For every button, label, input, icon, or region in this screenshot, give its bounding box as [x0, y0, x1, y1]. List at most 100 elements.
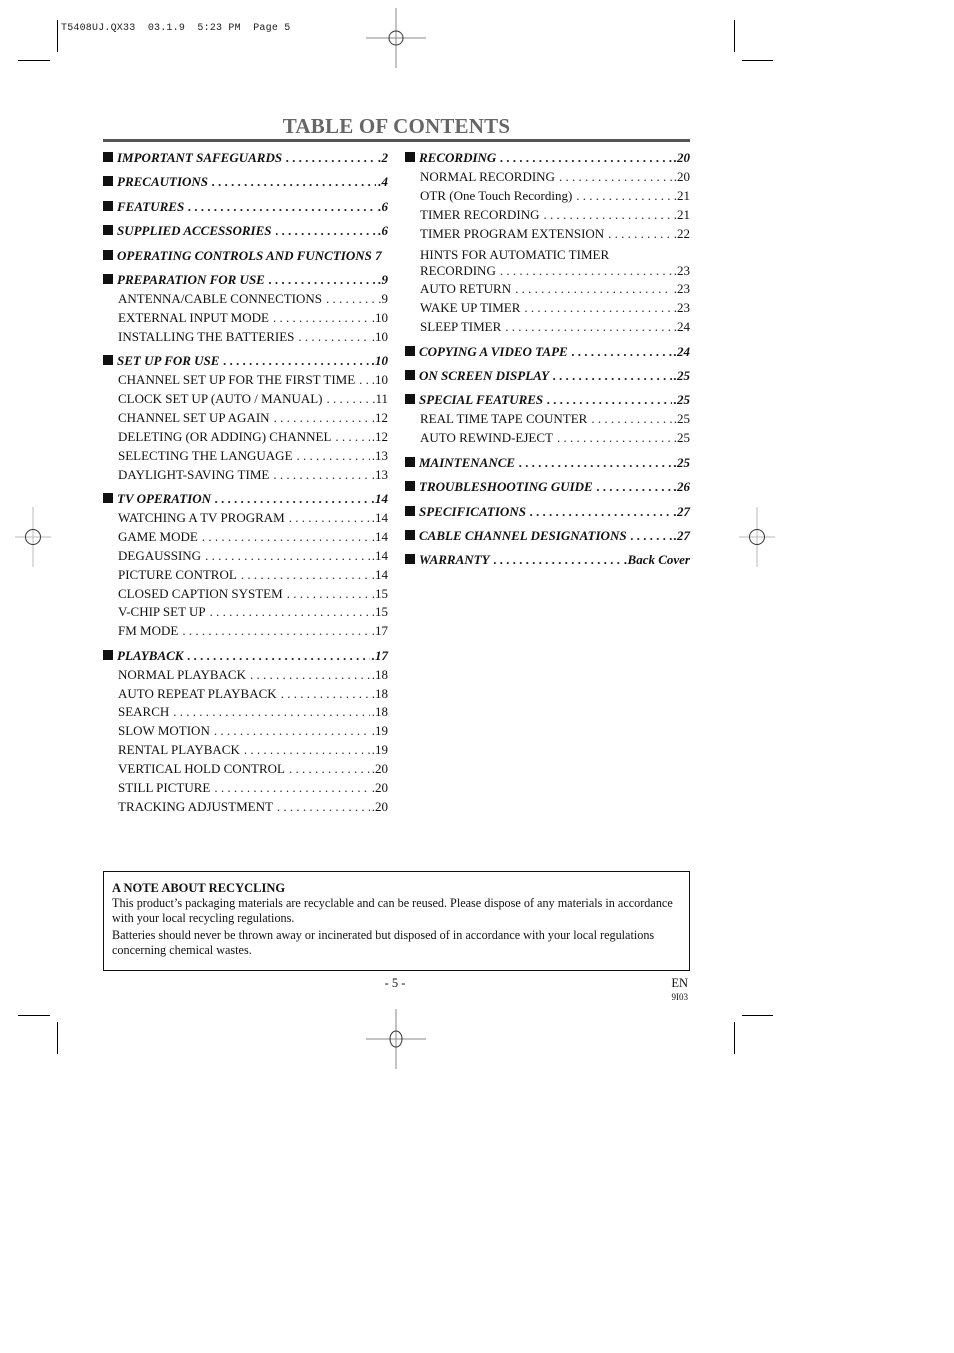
dot-leader [335, 428, 369, 447]
crop-mark-bottom-right-vertical [734, 1022, 735, 1054]
toc-section-special-features[interactable]: SPECIAL FEATURES .25 [405, 391, 690, 410]
toc-subentry-timer-recording[interactable]: TIMER RECORDING .21 [405, 206, 690, 225]
toc-entry-label: FM MODE [118, 623, 179, 639]
toc-section-set-up-for-use[interactable]: SET UP FOR USE .10 [103, 352, 388, 371]
toc-section-operating-controls-and-functions-7[interactable]: OPERATING CONTROLS AND FUNCTIONS 7 [103, 247, 388, 266]
toc-subentry-vertical-hold-control[interactable]: VERTICAL HOLD CONTROL .20 [103, 760, 388, 779]
toc-subentry-real-time-tape-counter[interactable]: REAL TIME TAPE COUNTER .25 [405, 410, 690, 429]
toc-section-warranty[interactable]: WARRANTY .Back Cover [405, 551, 690, 570]
dot-leader [276, 222, 377, 241]
dot-leader [515, 280, 672, 299]
language-code: EN [671, 976, 688, 990]
toc-subentry-timer-program-extension[interactable]: TIMER PROGRAM EXTENSION .22 [405, 225, 690, 244]
toc-subentry-degaussing[interactable]: DEGAUSSING .14 [103, 547, 388, 566]
toc-section-troubleshooting-guide[interactable]: TROUBLESHOOTING GUIDE .26 [405, 478, 690, 497]
toc-subentry-antenna-cable-connections[interactable]: ANTENNA/CABLE CONNECTIONS .9 [103, 290, 388, 309]
toc-subentry-hints-for-automatic-timer-recording[interactable]: RECORDING .23 [405, 262, 690, 281]
toc-entry-label: CABLE CHANNEL DESIGNATIONS [419, 527, 627, 543]
toc-section-specifications[interactable]: SPECIFICATIONS .27 [405, 503, 690, 522]
toc-subentry-slow-motion[interactable]: SLOW MOTION .19 [103, 722, 388, 741]
toc-entry-label: CLOCK SET UP (AUTO / MANUAL) [118, 390, 323, 406]
toc-subentry-daylight-saving-time[interactable]: DAYLIGHT-SAVING TIME .13 [103, 466, 388, 485]
dot-leader [274, 409, 370, 428]
square-bullet-icon [103, 152, 113, 162]
toc-subentry-sleep-timer[interactable]: SLEEP TIMER .24 [405, 318, 690, 337]
toc-entry-page: .21 [673, 206, 690, 222]
toc-entry-label: DELETING (OR ADDING) CHANNEL [118, 428, 332, 444]
toc-entry-label: SLOW MOTION [118, 723, 210, 739]
toc-subentry-wake-up-timer[interactable]: WAKE UP TIMER .23 [405, 299, 690, 318]
dot-leader [327, 390, 371, 409]
toc-subentry-channel-set-up-again[interactable]: CHANNEL SET UP AGAIN .12 [103, 409, 388, 428]
toc-subentry-picture-control[interactable]: PICTURE CONTROL .14 [103, 566, 388, 585]
dot-leader [553, 367, 672, 386]
toc-subentry-auto-repeat-playback[interactable]: AUTO REPEAT PLAYBACK .18 [103, 685, 388, 704]
toc-section-recording[interactable]: RECORDING .20 [405, 149, 690, 168]
toc-entry-label: SUPPLIED ACCESSORIES [117, 223, 272, 239]
registration-mark-top-icon [366, 8, 426, 68]
square-bullet-icon [103, 493, 113, 503]
toc-subentry-tracking-adjustment[interactable]: TRACKING ADJUSTMENT .20 [103, 798, 388, 817]
toc-section-playback[interactable]: PLAYBACK .17 [103, 647, 388, 666]
toc-subentry-clock-set-up-auto-manual[interactable]: CLOCK SET UP (AUTO / MANUAL) .11 [103, 390, 388, 409]
toc-subentry-channel-set-up-for-the-first-time[interactable]: CHANNEL SET UP FOR THE FIRST TIME .10 [103, 371, 388, 390]
toc-section-copying-a-video-tape[interactable]: COPYING A VIDEO TAPE .24 [405, 343, 690, 362]
toc-entry-label: AUTO REWIND-EJECT [420, 430, 553, 446]
toc-entry-label: CLOSED CAPTION SYSTEM [118, 585, 283, 601]
toc-section-supplied-accessories[interactable]: SUPPLIED ACCESSORIES .6 [103, 222, 388, 241]
toc-subentry-otr-one-touch-recording[interactable]: OTR (One Touch Recording) .21 [405, 187, 690, 206]
toc-subentry-normal-recording[interactable]: NORMAL RECORDING .20 [405, 168, 690, 187]
toc-subentry-deleting-or-adding-channel[interactable]: DELETING (OR ADDING) CHANNEL .12 [103, 428, 388, 447]
dot-leader [250, 666, 370, 685]
dot-leader [500, 149, 671, 168]
toc-section-on-screen-display[interactable]: ON SCREEN DISPLAY .25 [405, 367, 690, 386]
dot-leader [559, 168, 672, 187]
dot-leader [273, 309, 370, 328]
crop-mark-bottom-right-horizontal [742, 1015, 773, 1016]
toc-entry-label: AUTO RETURN [420, 281, 512, 297]
toc-subentry-installing-the-batteries[interactable]: INSTALLING THE BATTERIES .10 [103, 328, 388, 347]
toc-subentry-auto-return[interactable]: AUTO RETURN .23 [405, 280, 690, 299]
square-bullet-icon [405, 529, 415, 540]
toc-subentry-v-chip-set-up[interactable]: V-CHIP SET UP .15 [103, 603, 388, 622]
dot-leader [287, 585, 370, 604]
toc-entry-page: .18 [371, 704, 388, 720]
toc-section-tv-operation[interactable]: TV OPERATION .14 [103, 490, 388, 509]
toc-entry-page: .13 [371, 447, 388, 463]
toc-section-precautions[interactable]: PRECAUTIONS .4 [103, 173, 388, 192]
toc-subentry-watching-a-tv-program[interactable]: WATCHING A TV PROGRAM .14 [103, 509, 388, 528]
toc-subentry-search[interactable]: SEARCH .18 [103, 703, 388, 722]
toc-section-features[interactable]: FEATURES .6 [103, 198, 388, 217]
toc-entry-page: .20 [371, 761, 388, 777]
dot-leader [187, 647, 369, 666]
toc-entry-label: GAME MODE [118, 528, 198, 544]
square-bullet-icon [103, 200, 113, 211]
toc-subentry-normal-playback[interactable]: NORMAL PLAYBACK .18 [103, 666, 388, 685]
toc-subentry-still-picture[interactable]: STILL PICTURE .20 [103, 779, 388, 798]
toc-entry-page: .18 [371, 666, 388, 682]
toc-subentry-fm-mode[interactable]: FM MODE .17 [103, 622, 388, 641]
toc-entry-label: SPECIFICATIONS [419, 503, 526, 519]
toc-entry-label: NORMAL PLAYBACK [118, 666, 246, 682]
toc-entry-label: TROUBLESHOOTING GUIDE [419, 479, 593, 495]
toc-subentry-auto-rewind-eject[interactable]: AUTO REWIND-EJECT .25 [405, 429, 690, 448]
dot-leader [530, 503, 672, 522]
square-bullet-icon [405, 152, 415, 162]
toc-entry-label: IMPORTANT SAFEGUARDS [117, 150, 283, 165]
dot-leader [241, 566, 370, 585]
toc-subentry-external-input-mode[interactable]: EXTERNAL INPUT MODE .10 [103, 309, 388, 328]
toc-section-cable-channel-designations[interactable]: CABLE CHANNEL DESIGNATIONS .27 [405, 527, 690, 546]
toc-subentry-selecting-the-language[interactable]: SELECTING THE LANGUAGE .13 [103, 447, 388, 466]
toc-subentry-rental-playback[interactable]: RENTAL PLAYBACK .19 [103, 741, 388, 760]
toc-entry-page: .12 [371, 409, 388, 425]
toc-entry-page: .14 [371, 509, 388, 525]
toc-section-preparation-for-use[interactable]: PREPARATION FOR USE .9 [103, 271, 388, 290]
toc-section-maintenance[interactable]: MAINTENANCE .25 [405, 454, 690, 473]
toc-entry-page: .12 [371, 428, 388, 444]
dot-leader [576, 187, 671, 206]
toc-section-important-safeguards[interactable]: IMPORTANT SAFEGUARDS .2 [103, 149, 388, 168]
toc-entry-page: .20 [371, 799, 388, 814]
square-bullet-icon [103, 225, 113, 236]
toc-subentry-game-mode[interactable]: GAME MODE .14 [103, 528, 388, 547]
toc-subentry-closed-caption-system[interactable]: CLOSED CAPTION SYSTEM .15 [103, 585, 388, 604]
